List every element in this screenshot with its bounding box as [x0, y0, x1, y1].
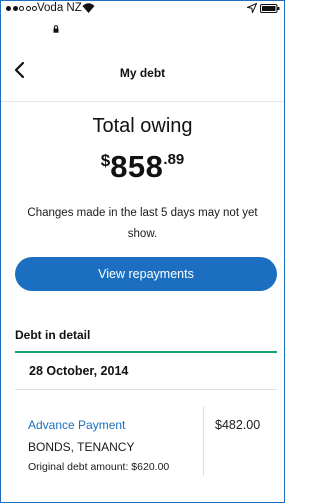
column-divider	[203, 406, 204, 476]
wifi-icon	[82, 3, 95, 13]
carrier-name: Voda NZ	[37, 2, 82, 14]
total-owing-label: Total owing	[92, 115, 193, 137]
original-debt-amount: Original debt amount: $620.00	[28, 461, 170, 473]
total-owing-amount: $858.89	[1, 149, 284, 185]
page-title: My debt	[119, 66, 166, 80]
debt-item-title-link[interactable]: Advance Payment	[28, 418, 125, 432]
section-title: Debt in detail	[15, 328, 91, 342]
debt-item-amount: $482.00	[215, 418, 261, 432]
currency-symbol: $	[100, 151, 111, 170]
phone-screen: Voda NZ My debt Total owing $858.89 Chan…	[0, 0, 285, 503]
debt-item-category: BONDS, TENANCY	[28, 440, 135, 454]
signal-dot	[25, 6, 31, 11]
amount-dollars: 858	[110, 149, 164, 184]
debt-date: 28 October, 2014	[29, 364, 129, 378]
section-divider	[15, 351, 277, 353]
view-repayments-button[interactable]: View repayments	[15, 257, 277, 291]
pending-changes-notice: Changes made in the last 5 days may not …	[27, 207, 258, 240]
lock-icon	[53, 25, 59, 33]
signal-dot	[19, 6, 24, 11]
battery-icon	[260, 4, 280, 13]
location-arrow-icon	[247, 3, 257, 13]
signal-dot	[6, 6, 11, 11]
status-bar: Voda NZ	[1, 1, 284, 41]
debt-row[interactable]: Advance Payment BONDS, TENANCY Original …	[1, 406, 284, 476]
signal-dot	[12, 6, 18, 11]
nav-bar: My debt	[1, 41, 284, 102]
date-divider	[15, 389, 277, 390]
amount-cents: .89	[163, 151, 185, 168]
signal-strength-icon	[6, 6, 37, 11]
